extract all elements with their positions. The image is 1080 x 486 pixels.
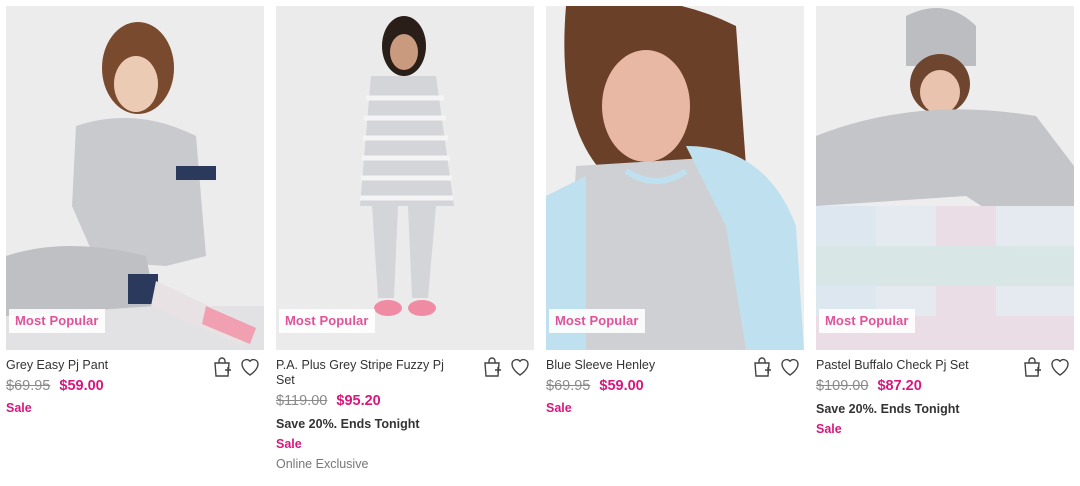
- heart-icon[interactable]: [238, 355, 262, 379]
- promo-text: Save 20%. Ends Tonight: [816, 402, 960, 416]
- add-to-bag-icon[interactable]: [750, 355, 774, 379]
- most-popular-badge: Most Popular: [819, 309, 915, 333]
- product-photo-grey-stripe-pj-set: [276, 6, 534, 350]
- most-popular-badge: Most Popular: [9, 309, 105, 333]
- product-grid: Most Popular Grey Easy Pj Pant $69.95 $5…: [0, 0, 1080, 486]
- most-popular-badge: Most Popular: [549, 309, 645, 333]
- product-name[interactable]: Blue Sleeve Henley: [546, 358, 724, 373]
- add-to-bag-icon[interactable]: [480, 355, 504, 379]
- online-exclusive-label: Online Exclusive: [276, 457, 369, 471]
- product-card[interactable]: Most Popular Blue Sleeve Henley $69.95 $…: [546, 6, 804, 415]
- original-price: $69.95: [546, 378, 591, 394]
- promo-text: Save 20%. Ends Tonight: [276, 417, 420, 431]
- product-name[interactable]: P.A. Plus Grey Stripe Fuzzy Pj Set: [276, 358, 454, 388]
- add-to-bag-icon[interactable]: [1020, 355, 1044, 379]
- original-price: $109.00: [816, 378, 869, 394]
- sale-label: Sale: [276, 437, 302, 451]
- most-popular-badge: Most Popular: [279, 309, 375, 333]
- sale-label: Sale: [6, 401, 32, 415]
- add-to-bag-icon[interactable]: [210, 355, 234, 379]
- product-info: P.A. Plus Grey Stripe Fuzzy Pj Set $119.…: [276, 350, 534, 471]
- product-photo-grey-easy-pj-pant: [6, 6, 264, 350]
- original-price: $69.95: [6, 378, 51, 394]
- sale-label: Sale: [816, 422, 842, 436]
- sale-label: Sale: [546, 401, 572, 415]
- product-actions: [1020, 355, 1072, 379]
- product-info: Blue Sleeve Henley $69.95 $59.00 Sale: [546, 350, 804, 415]
- product-photo-pastel-buffalo-check-pj-set: [816, 6, 1074, 350]
- price-row: $69.95 $59.00: [6, 378, 264, 395]
- heart-icon[interactable]: [778, 355, 802, 379]
- product-actions: [480, 355, 532, 379]
- price-row: $119.00 $95.20: [276, 393, 534, 410]
- sale-price: $59.00: [599, 378, 644, 394]
- price-row: $69.95 $59.00: [546, 378, 804, 395]
- product-info: Grey Easy Pj Pant $69.95 $59.00 Sale: [6, 350, 264, 415]
- product-image[interactable]: Most Popular: [816, 6, 1074, 350]
- product-card[interactable]: Most Popular Pastel Buffalo Check Pj Set…: [816, 6, 1074, 436]
- sale-price: $59.00: [59, 378, 104, 394]
- product-actions: [750, 355, 802, 379]
- heart-icon[interactable]: [1048, 355, 1072, 379]
- sale-price: $95.20: [336, 393, 381, 409]
- product-image[interactable]: Most Popular: [546, 6, 804, 350]
- product-card[interactable]: Most Popular P.A. Plus Grey Stripe Fuzzy…: [276, 6, 534, 471]
- product-name[interactable]: Pastel Buffalo Check Pj Set: [816, 358, 994, 373]
- product-actions: [210, 355, 262, 379]
- product-name[interactable]: Grey Easy Pj Pant: [6, 358, 184, 373]
- product-card[interactable]: Most Popular Grey Easy Pj Pant $69.95 $5…: [6, 6, 264, 415]
- product-image[interactable]: Most Popular: [276, 6, 534, 350]
- heart-icon[interactable]: [508, 355, 532, 379]
- sale-price: $87.20: [877, 378, 922, 394]
- price-row: $109.00 $87.20: [816, 378, 1074, 395]
- product-image[interactable]: Most Popular: [6, 6, 264, 350]
- product-info: Pastel Buffalo Check Pj Set $109.00 $87.…: [816, 350, 1074, 436]
- original-price: $119.00: [276, 393, 328, 409]
- product-photo-blue-sleeve-henley: [546, 6, 804, 350]
